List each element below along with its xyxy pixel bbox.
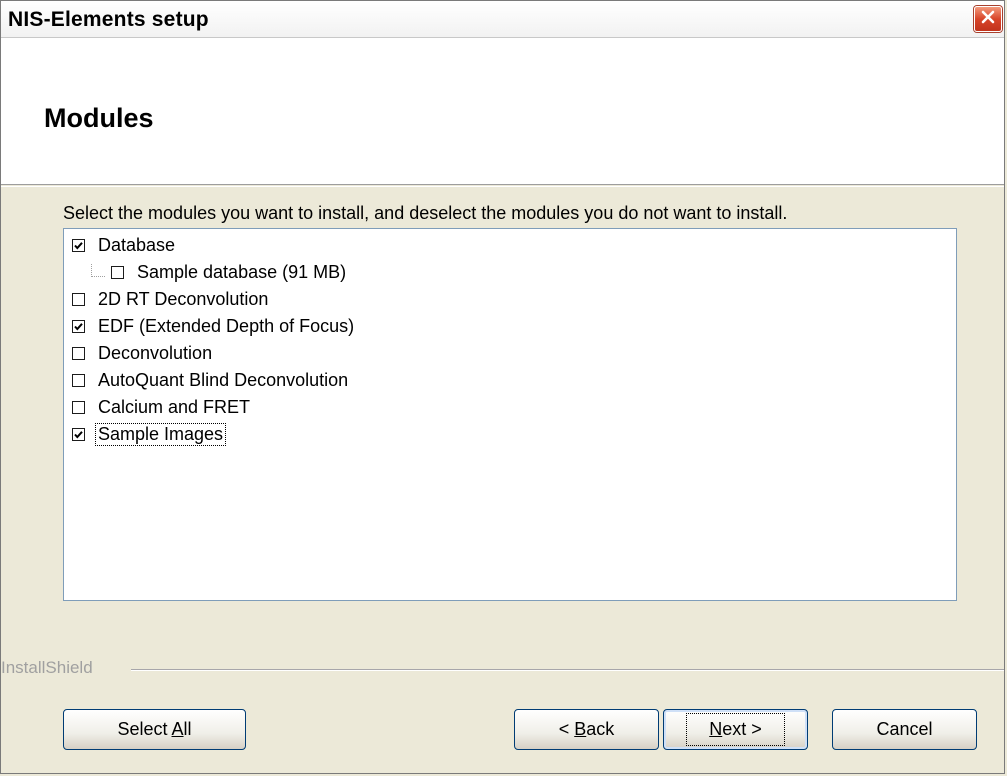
close-icon [980, 9, 996, 30]
installshield-brand: InstallShield [1, 658, 99, 678]
checkbox[interactable] [72, 292, 85, 306]
divider-line [131, 669, 1004, 671]
module-item-autoquant[interactable]: AutoQuant Blind Deconvolution [72, 367, 350, 393]
module-label: Database [98, 234, 176, 255]
module-item-calcium-fret[interactable]: Calcium and FRET [72, 394, 252, 420]
module-item-deconvolution[interactable]: Deconvolution [72, 340, 214, 366]
cancel-button[interactable]: Cancel [832, 709, 977, 750]
window-title: NIS-Elements setup [8, 8, 209, 31]
module-tree[interactable]: Database Sample database (91 MB) 2D RT D… [63, 228, 957, 601]
checkbox[interactable] [72, 400, 85, 414]
checkbox[interactable] [72, 319, 85, 333]
module-item-database[interactable]: Database [72, 232, 177, 258]
module-label: Sample database (91 MB) [137, 261, 347, 282]
module-label: 2D RT Deconvolution [98, 288, 269, 309]
checkbox[interactable] [72, 238, 85, 252]
module-item-sample-database[interactable]: Sample database (91 MB) [111, 259, 348, 285]
module-label: Sample Images [94, 422, 227, 446]
next-button[interactable]: Next > [663, 709, 808, 750]
button-text: Next > [686, 713, 785, 746]
checkbox[interactable] [72, 427, 85, 441]
module-label: Calcium and FRET [98, 396, 251, 417]
page-title: Modules [44, 103, 154, 133]
close-button[interactable] [974, 6, 1002, 32]
installshield-divider: InstallShield [1, 658, 1004, 680]
module-label: Deconvolution [98, 342, 213, 363]
instructions-text: Select the modules you want to install, … [63, 203, 788, 223]
button-text: < Back [558, 719, 615, 739]
checkbox[interactable] [111, 265, 124, 279]
checkbox[interactable] [72, 346, 85, 360]
module-label: EDF (Extended Depth of Focus) [98, 315, 355, 336]
button-text: Cancel [876, 719, 933, 739]
back-button[interactable]: < Back [514, 709, 659, 750]
title-bar[interactable]: NIS-Elements setup [1, 1, 1004, 38]
header-panel: Modules [1, 38, 1004, 187]
button-text: Select All [117, 719, 192, 739]
module-label: AutoQuant Blind Deconvolution [98, 369, 349, 390]
tree-connector-line [91, 264, 105, 277]
module-item-sample-images[interactable]: Sample Images [72, 421, 227, 447]
module-item-2d-rt-deconvolution[interactable]: 2D RT Deconvolution [72, 286, 270, 312]
module-item-edf[interactable]: EDF (Extended Depth of Focus) [72, 313, 356, 339]
setup-dialog: NIS-Elements setup Modules Select the mo… [0, 0, 1005, 774]
checkbox[interactable] [72, 373, 85, 387]
select-all-button[interactable]: Select All [63, 709, 246, 750]
